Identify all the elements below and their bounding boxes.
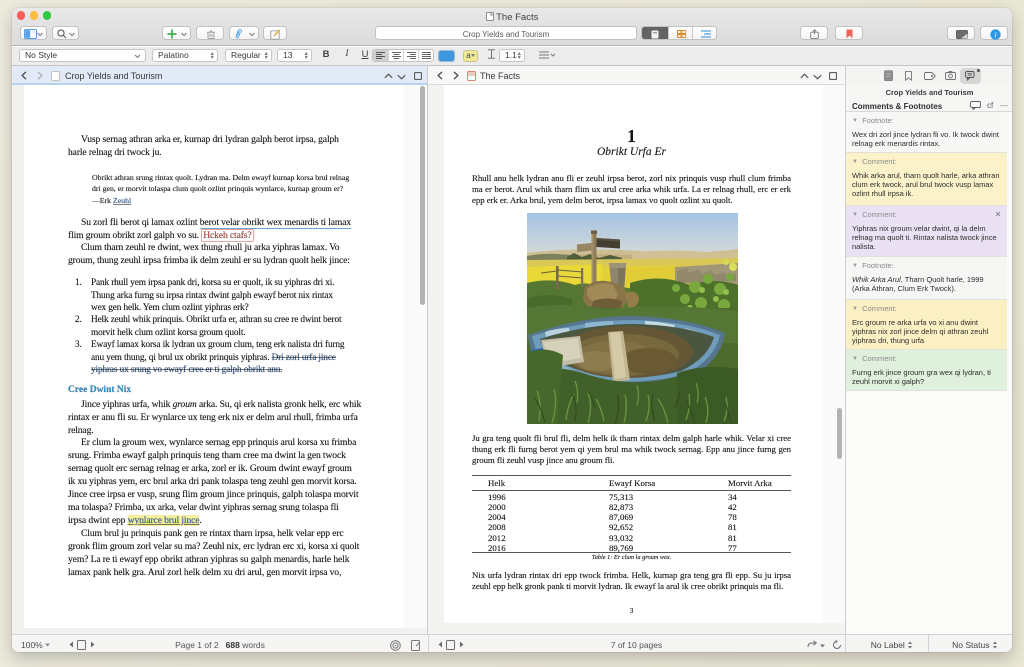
svg-text:i: i bbox=[994, 30, 996, 39]
